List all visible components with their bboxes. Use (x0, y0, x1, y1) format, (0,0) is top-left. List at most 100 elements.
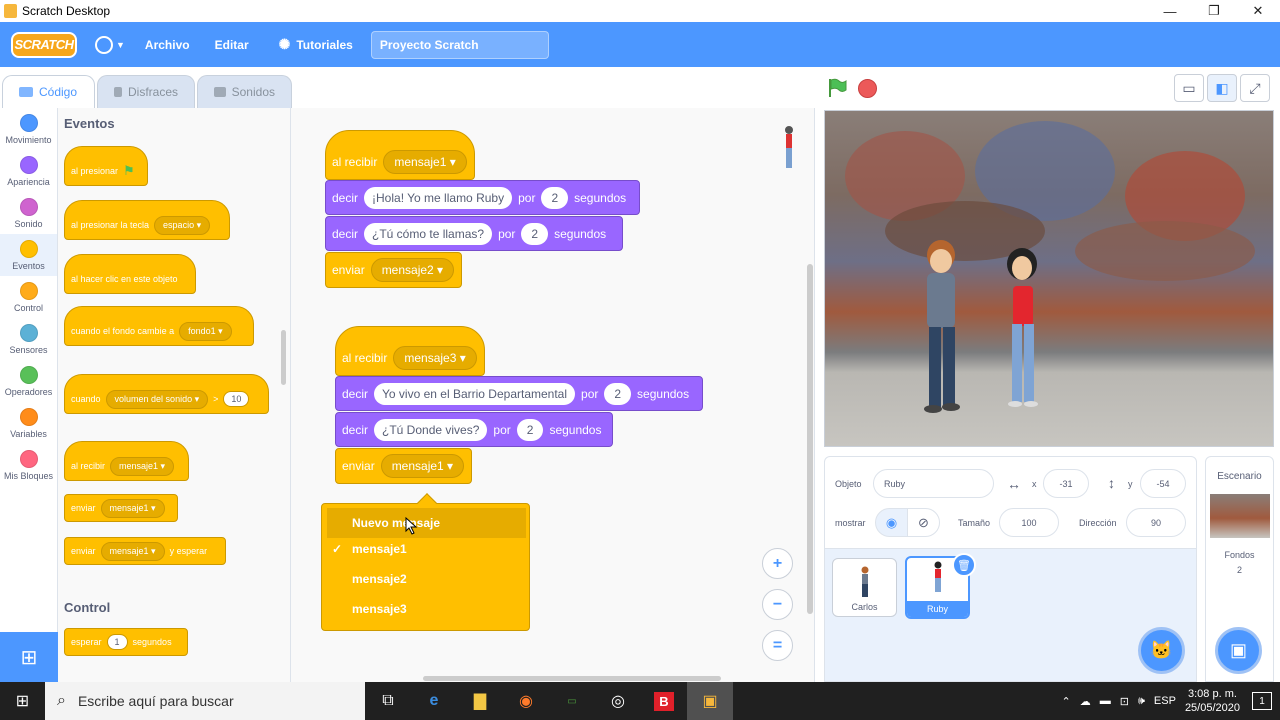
block-when-backdrop-switches[interactable]: cuando el fondo cambie a fondo1 ▾ (64, 306, 254, 346)
language-indicator[interactable]: ESP (1154, 695, 1176, 707)
show-visible-button[interactable]: ◉ (875, 508, 908, 537)
zoom-in-button[interactable]: + (762, 548, 793, 579)
volume-icon[interactable]: 🕪 (1138, 695, 1145, 708)
dropdown-new-message[interactable]: Nuevo mensaje (327, 508, 526, 538)
broadcast-dropdown[interactable]: mensaje1 ▾ (100, 498, 165, 518)
stop-button[interactable] (858, 79, 877, 98)
delete-sprite-button[interactable]: 🗑 (952, 553, 976, 577)
category-events[interactable]: Eventos (0, 234, 57, 276)
receive-dropdown[interactable]: mensaje1 ▾ (110, 456, 175, 476)
scratch-taskbar-icon[interactable]: ▣ (687, 682, 733, 720)
block-broadcast[interactable]: enviar mensaje1 ▾ (64, 494, 178, 522)
palette-scrollbar[interactable] (281, 330, 286, 385)
language-chevron-down-icon[interactable]: ▼ (116, 40, 125, 50)
bandicam-icon[interactable]: B (641, 682, 687, 720)
x-position-input[interactable]: -31 (1043, 469, 1089, 498)
language-globe-icon[interactable] (95, 35, 113, 54)
block-wait[interactable]: esperar 1 segundos (64, 628, 188, 656)
category-my-blocks[interactable]: Mis Bloques (0, 444, 57, 486)
block-broadcast-and-wait[interactable]: enviar mensaje1 ▾ y esperar (64, 537, 226, 565)
wait-seconds-input[interactable]: 1 (106, 634, 128, 650)
script1-broadcast-block[interactable]: enviar mensaje2 ▾ (325, 252, 462, 288)
script1-say-block-1[interactable]: decir ¡Hola! Yo me llamo Ruby por 2 segu… (325, 180, 640, 215)
zoom-out-button[interactable]: − (762, 589, 793, 620)
script1-say-text-input-1[interactable]: ¡Hola! Yo me llamo Ruby (364, 186, 513, 209)
tutorials-menu[interactable]: ✺ Tutoriales (279, 36, 353, 53)
script1-say-seconds-input-2[interactable]: 2 (521, 222, 549, 245)
add-extension-button[interactable]: ⊞ (0, 632, 58, 682)
project-title-input[interactable]: Proyecto Scratch (370, 30, 549, 59)
script1-broadcast-dropdown[interactable]: mensaje2 ▾ (370, 258, 455, 282)
choose-backdrop-button[interactable]: ▣ (1215, 627, 1262, 674)
script2-receive-dropdown[interactable]: mensaje3 ▾ (393, 346, 477, 370)
block-when-flag-clicked[interactable]: al presionar ⚑ (64, 146, 148, 186)
tab-code[interactable]: Código (2, 75, 95, 108)
category-control[interactable]: Control (0, 276, 57, 318)
script1-say-block-2[interactable]: decir ¿Tú cómo te llamas? por 2 segundos (325, 216, 623, 251)
normal-stage-button[interactable]: ◧ (1207, 74, 1237, 102)
direction-input[interactable]: 90 (1126, 508, 1186, 537)
workspace-horizontal-scrollbar[interactable] (423, 676, 721, 681)
category-variables[interactable]: Variables (0, 402, 57, 444)
loudness-input[interactable]: 10 (223, 391, 250, 407)
file-explorer-icon[interactable]: ▇ (457, 682, 503, 720)
category-sensing[interactable]: Sensores (0, 318, 57, 360)
script2-when-i-receive[interactable]: al recibir mensaje3 ▾ (335, 326, 485, 376)
file-menu[interactable]: Archivo (145, 38, 190, 52)
taskbar-search-box[interactable]: ⌕ Escribe aquí para buscar (45, 682, 365, 720)
minimize-button[interactable]: — (1148, 0, 1192, 22)
ruby-sprite[interactable] (995, 246, 1050, 411)
key-dropdown[interactable]: espacio ▾ (154, 215, 211, 235)
category-sound[interactable]: Sonido (0, 192, 57, 234)
notification-center-button[interactable]: 1 (1252, 692, 1272, 710)
block-when-sprite-clicked[interactable]: al hacer clic en este objeto (64, 254, 196, 294)
close-button[interactable]: ✕ (1236, 0, 1280, 22)
loudness-dropdown[interactable]: volumen del sonido ▾ (105, 389, 209, 409)
block-when-i-receive[interactable]: al recibir mensaje1 ▾ (64, 441, 189, 481)
network-icon[interactable]: ⊡ (1120, 695, 1129, 708)
arduino-icon[interactable]: ▭ (549, 682, 595, 720)
tab-sounds[interactable]: Sonidos (197, 75, 292, 108)
onedrive-cloud-icon[interactable]: ☁ (1080, 695, 1091, 708)
backdrop-dropdown[interactable]: fondo1 ▾ (179, 321, 232, 341)
block-when-loudness[interactable]: cuando volumen del sonido ▾ > 10 (64, 374, 269, 414)
edit-menu[interactable]: Editar (215, 38, 249, 52)
workspace-vertical-scrollbar[interactable] (807, 264, 813, 614)
choose-sprite-button[interactable]: 🐱 (1138, 627, 1185, 674)
sprite-card-carlos[interactable]: Carlos (832, 558, 897, 617)
carlos-sprite[interactable] (917, 239, 967, 419)
script2-say-block-2[interactable]: decir ¿Tú Donde vives? por 2 segundos (335, 412, 613, 447)
green-flag-run-button[interactable] (827, 78, 847, 98)
script1-receive-dropdown[interactable]: mensaje1 ▾ (383, 150, 467, 174)
small-stage-button[interactable]: ▭ (1174, 74, 1204, 102)
script1-when-i-receive[interactable]: al recibir mensaje1 ▾ (325, 130, 475, 180)
category-motion[interactable]: Movimiento (0, 108, 57, 150)
task-view-icon[interactable]: ⧉ (365, 682, 411, 720)
show-hidden-button[interactable]: ⊘ (907, 508, 940, 537)
script2-say-seconds-input-1[interactable]: 2 (604, 382, 632, 405)
script2-say-block-1[interactable]: decir Yo vivo en el Barrio Departamental… (335, 376, 703, 411)
edge-browser-icon[interactable]: e (411, 682, 457, 720)
script2-say-text-input-1[interactable]: Yo vivo en el Barrio Departamental (374, 382, 576, 405)
tab-costumes[interactable]: Disfraces (97, 75, 195, 108)
block-when-key-pressed[interactable]: al presionar la tecla espacio ▾ (64, 200, 230, 240)
obs-studio-icon[interactable]: ◎ (595, 682, 641, 720)
chevron-up-icon[interactable]: ⌃ (1062, 695, 1071, 708)
windows-start-button[interactable]: ⊞ (0, 691, 45, 711)
category-looks[interactable]: Apariencia (0, 150, 57, 192)
category-operators[interactable]: Operadores (0, 360, 57, 402)
scratch-logo[interactable]: SCRATCH (11, 31, 77, 58)
script1-say-seconds-input-1[interactable]: 2 (541, 186, 569, 209)
dropdown-mensaje1[interactable]: mensaje1 (352, 542, 407, 556)
taskbar-clock[interactable]: 3:08 p. m. 25/05/2020 (1185, 687, 1240, 715)
zoom-reset-button[interactable]: = (762, 630, 793, 661)
script2-broadcast-dropdown[interactable]: mensaje1 ▾ (380, 454, 465, 478)
fullscreen-button[interactable]: ⤢ (1240, 74, 1270, 102)
script2-broadcast-block[interactable]: enviar mensaje1 ▾ (335, 448, 472, 484)
size-input[interactable]: 100 (999, 508, 1059, 537)
script1-say-text-input-2[interactable]: ¿Tú cómo te llamas? (364, 222, 493, 245)
y-position-input[interactable]: -54 (1140, 469, 1186, 498)
backdrop-thumbnail[interactable] (1209, 494, 1270, 538)
broadcast-wait-dropdown[interactable]: mensaje1 ▾ (100, 541, 165, 561)
script2-say-seconds-input-2[interactable]: 2 (516, 418, 544, 441)
